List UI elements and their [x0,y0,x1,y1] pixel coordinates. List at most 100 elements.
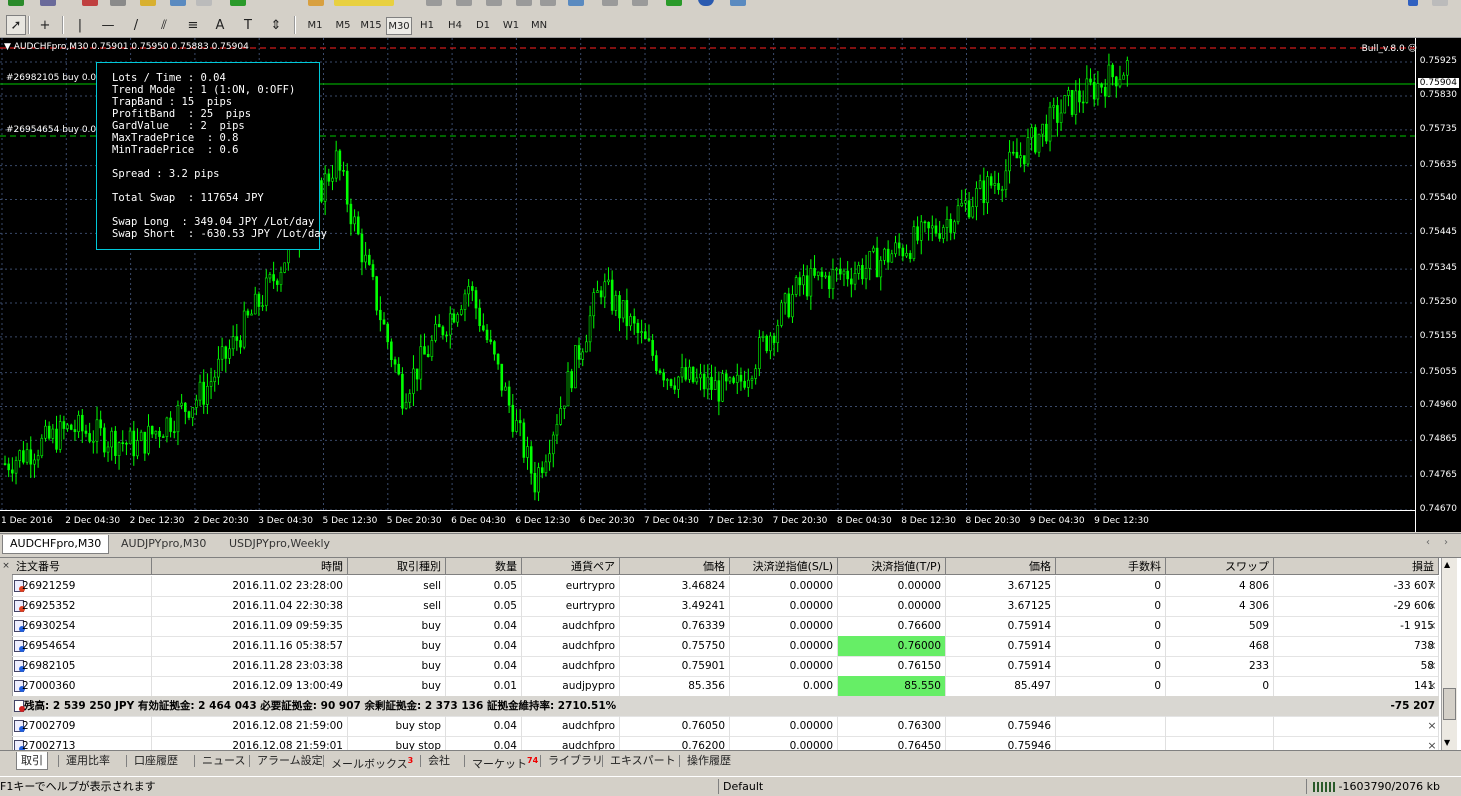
terminal-tab-9[interactable]: エキスパート [606,752,680,769]
bar-chart-icon[interactable] [426,0,442,6]
tile-windows-icon[interactable] [568,0,584,6]
terminal-icon[interactable] [170,0,186,6]
close-order-icon[interactable]: × [1426,736,1438,751]
templates-icon[interactable] [730,0,746,6]
terminal-tab-6[interactable]: 会社 [424,752,454,769]
chart-tab-audjpy[interactable]: AUDJPYpro,M30 [114,535,213,553]
scroll-up-icon[interactable]: ▲ [1444,560,1450,569]
trade-row[interactable]: 26954654 2016.11.16 05:38:57 buy 0.04 audchf… [12,636,1439,657]
zoom-in-icon[interactable] [516,0,532,6]
chart-tab-audchf[interactable]: AUDCHFpro,M30 [2,535,110,554]
market-watch-icon[interactable] [82,0,98,6]
close-order-icon[interactable]: × [1426,616,1438,636]
trendline-icon[interactable]: / [126,15,146,35]
chart-shift-icon[interactable] [632,0,648,6]
pending-order-row[interactable]: 27002713 2016.12.08 21:59:01 buy stop 0.04 a… [12,736,1439,751]
timeframe-m5[interactable]: M5 [330,17,356,35]
trade-row[interactable]: 26930254 2016.11.09 09:59:35 buy 0.04 audchf… [12,616,1439,637]
horizontal-line-icon[interactable]: — [98,15,118,35]
crosshair-icon[interactable]: + [35,15,55,35]
timeframe-h4[interactable]: H4 [442,17,468,35]
candle [1089,78,1092,83]
channel-icon[interactable]: ⫽ [154,15,174,35]
trade-row[interactable]: 26925352 2016.11.04 22:30:38 sell 0.05 eurtr… [12,596,1439,617]
trade-table: 注文番号 時間 取引種別 数量 通貨ペア 価格 決済逆指値(S/L) 決済指値(T/P) 価格手… [0,558,1441,751]
price-chart[interactable]: ▼ AUDCHFpro,M30 0.75901 0.75950 0.75883 … [0,38,1461,532]
terminal-tab-0[interactable]: 取引 [16,752,48,770]
column-header-qty[interactable]: 数量 [446,558,522,575]
candle [857,265,860,274]
scroll-down-icon[interactable]: ▼ [1444,738,1450,747]
column-header-fee[interactable]: 手数料 [1056,558,1166,575]
vertical-line-icon[interactable]: | [70,15,90,35]
periods-icon[interactable] [698,0,714,6]
terminal-tab-7[interactable]: マーケット74 [468,752,542,771]
order-label-1[interactable]: #26982105 buy 0.04 [6,73,102,83]
profiles-icon[interactable] [40,0,56,6]
column-header-symbol[interactable]: 通貨ペア [522,558,620,575]
close-order-icon[interactable]: × [1426,636,1438,656]
timeframe-mn[interactable]: MN [526,17,552,35]
scroll-thumb[interactable] [1443,688,1456,720]
close-order-icon[interactable]: × [1426,716,1438,736]
timeframe-d1[interactable]: D1 [470,17,496,35]
timeframe-w1[interactable]: W1 [498,17,524,35]
column-header-cur[interactable]: 価格 [946,558,1056,575]
column-header-id[interactable]: 注文番号 [12,558,152,575]
text-icon[interactable]: A [210,15,230,35]
fibonacci-icon[interactable]: ≡ [183,15,203,35]
column-header-pl[interactable]: 損益 [1274,558,1439,575]
close-order-icon[interactable]: × [1426,596,1438,616]
new-chart-icon[interactable] [8,0,24,6]
timeframe-m30[interactable]: M30 [386,17,412,35]
tab-scroll-right-icon[interactable]: › [1444,537,1448,548]
terminal-tab-4[interactable]: アラーム設定 [253,752,327,769]
terminal-tab-5[interactable]: メールボックス3 [327,752,417,771]
terminal-tab-10[interactable]: 操作履歴 [683,752,735,769]
trade-row[interactable]: 26982105 2016.11.28 23:03:38 buy 0.04 audchf… [12,656,1439,677]
close-toolbar-icon[interactable] [1432,0,1448,6]
tester-icon[interactable] [196,0,212,6]
close-order-icon[interactable]: × [1426,676,1438,696]
trade-row[interactable]: 26921259 2016.11.02 23:28:00 sell 0.05 eurtr… [12,576,1439,597]
y-tick-label: 0.75345 [1419,263,1457,274]
terminal-tab-2[interactable]: 口座履歴 [130,752,182,769]
help-icon[interactable] [1408,0,1418,6]
label-icon[interactable]: T [238,15,258,35]
zoom-out-icon[interactable] [540,0,556,6]
tab-scroll-left-icon[interactable]: ‹ [1426,537,1430,548]
terminal-tab-3[interactable]: ニュース [198,752,249,769]
column-header-swap[interactable]: スワップ [1166,558,1274,575]
autoscroll-icon[interactable] [602,0,618,6]
terminal-tab-1[interactable]: 運用比率 [62,752,114,769]
chart-tab-usdjpy[interactable]: USDJPYpro,Weekly [222,535,337,553]
column-header-sl[interactable]: 決済逆指値(S/L) [730,558,838,575]
terminal-tab-8[interactable]: ライブラリ [544,752,607,769]
cell-qty: 0.05 [446,596,522,616]
indicators-icon[interactable] [666,0,682,6]
candles-icon[interactable] [456,0,472,6]
favorites-icon[interactable] [140,0,156,6]
close-order-icon[interactable]: × [1426,656,1438,676]
column-header-price[interactable]: 価格 [620,558,730,575]
arrows-icon[interactable]: ⇕ [266,15,286,35]
close-order-icon[interactable]: × [1426,576,1438,596]
column-header-type[interactable]: 取引種別 [348,558,446,575]
timeframe-m15[interactable]: M15 [358,17,384,35]
terminal-scrollbar[interactable]: ▲ ▼ [1441,558,1457,751]
cursor-icon[interactable]: ➚ [6,15,26,35]
autotrading-button[interactable] [334,0,394,6]
column-header-tp[interactable]: 決済指値(T/P) [838,558,946,575]
timeframe-h1[interactable]: H1 [414,17,440,35]
column-header-time[interactable]: 時間 [152,558,348,575]
pending-order-row[interactable]: 27002709 2016.12.08 21:59:00 buy stop 0.04 a… [12,716,1439,737]
new-order-icon[interactable] [230,0,246,6]
metaeditor-icon[interactable] [308,0,324,6]
candle [798,277,802,286]
candle [95,419,99,442]
timeframe-m1[interactable]: M1 [302,17,328,35]
line-chart-icon[interactable] [486,0,502,6]
order-label-2[interactable]: #26954654 buy 0.04 [6,125,102,135]
trade-row[interactable]: 27000360 2016.12.09 13:00:49 buy 0.01 audjpy… [12,676,1439,697]
navigator-icon[interactable] [110,0,126,6]
